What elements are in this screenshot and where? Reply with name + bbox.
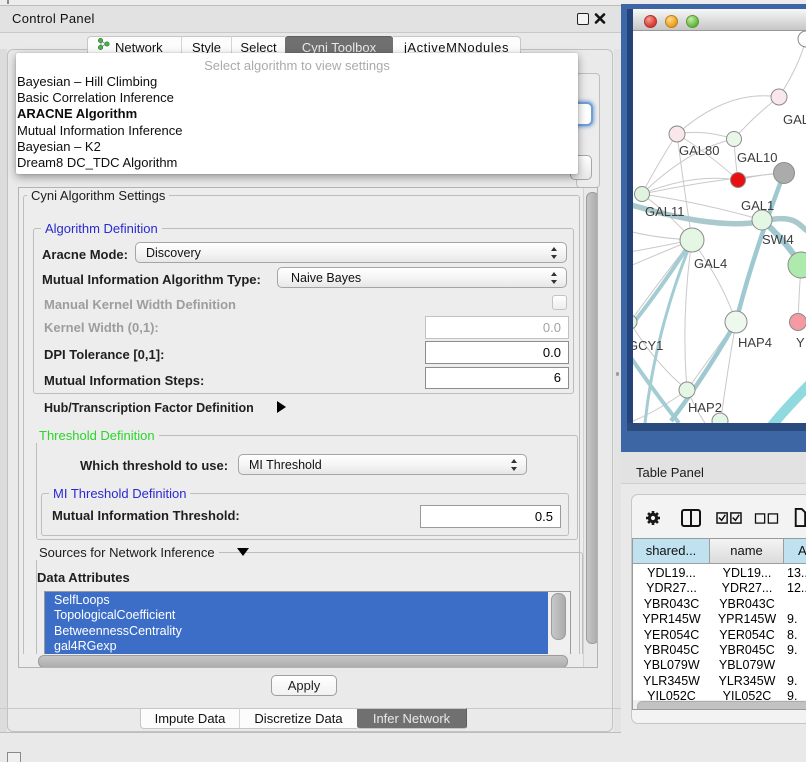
svg-text:GAL2: GAL2 — [783, 112, 806, 127]
svg-text:HAP4: HAP4 — [738, 335, 772, 350]
svg-text:GAL4: GAL4 — [694, 256, 727, 271]
svg-text:GAL10: GAL10 — [737, 150, 777, 165]
svg-text:GAL1: GAL1 — [741, 198, 774, 213]
svg-text:GAL80: GAL80 — [679, 143, 719, 158]
svg-text:SWI4: SWI4 — [762, 232, 794, 247]
svg-text:HAP2: HAP2 — [688, 400, 722, 415]
svg-text:GCY1: GCY1 — [633, 338, 663, 353]
svg-text:Y: Y — [796, 335, 805, 350]
svg-text:GAL11: GAL11 — [645, 204, 685, 219]
